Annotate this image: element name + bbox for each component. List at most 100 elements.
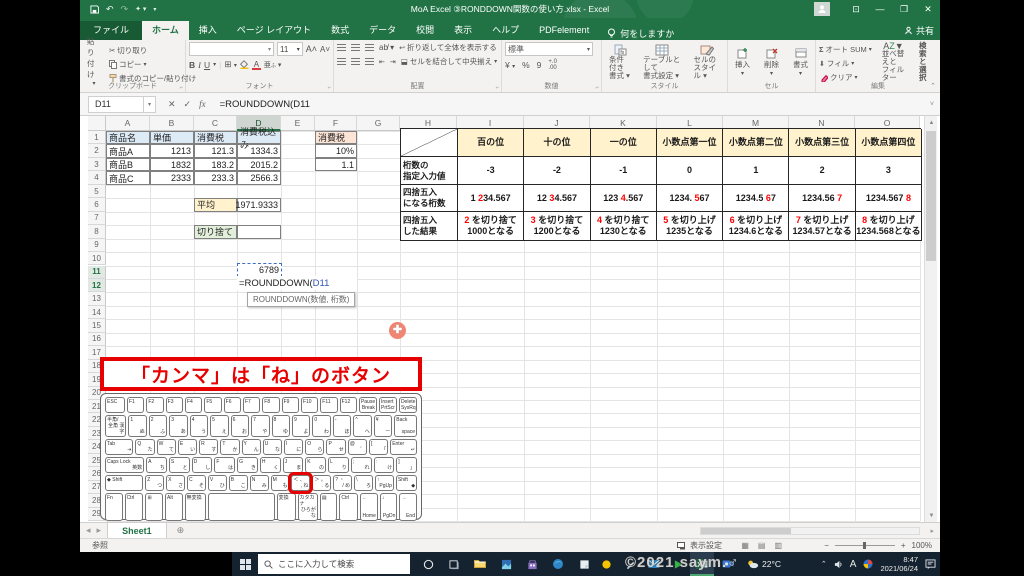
- key-W[interactable]: Wて: [156, 439, 176, 455]
- row-header-5[interactable]: 5: [88, 184, 106, 199]
- fill-button[interactable]: ⬇ フィル ▾: [819, 58, 872, 69]
- tab-r4[interactable]: 数式: [321, 21, 359, 40]
- cortana-icon[interactable]: [416, 552, 440, 576]
- tab-r6[interactable]: 校閲: [406, 21, 444, 40]
- tax-value-1[interactable]: 1.1: [315, 157, 357, 172]
- find-select-button[interactable]: 検索と 選択: [915, 41, 937, 81]
- key-5[interactable]: 5え: [210, 415, 229, 437]
- tab-r5[interactable]: データ: [359, 21, 406, 40]
- confirm-entry-icon[interactable]: ✓: [184, 99, 192, 110]
- tab-r2[interactable]: 挿入: [189, 21, 227, 40]
- spreadsheet-grid[interactable]: ABCDEFGHIJKLMNO 1 2 3 4 5 6 7 8 9 10 11 12 13 14 15 16 1…: [80, 116, 940, 522]
- name-box[interactable]: D11: [88, 95, 144, 113]
- row-header-7[interactable]: 7: [88, 211, 106, 226]
- key-変換[interactable]: 変換: [276, 493, 296, 521]
- number-dialog-launcher[interactable]: ⌐: [595, 85, 599, 91]
- key-N[interactable]: Nみ: [249, 475, 269, 491]
- photos-icon[interactable]: [494, 552, 518, 576]
- column-header-A[interactable]: A: [106, 116, 150, 131]
- row-header-10[interactable]: 10: [88, 252, 106, 266]
- align-center-icon[interactable]: [351, 58, 360, 65]
- increase-indent-icon[interactable]: ⇥: [390, 58, 396, 66]
- align-top-icon[interactable]: [337, 44, 346, 51]
- format-as-table-button[interactable]: テーブルとして 書式設定 ▾: [639, 43, 685, 81]
- format-cells-button[interactable]: 書式 ▾: [789, 43, 812, 81]
- key-Tab[interactable]: Tab ⇥: [105, 439, 134, 455]
- delete-cells-button[interactable]: 削除 ▾: [760, 43, 783, 81]
- comma-format-icon[interactable]: 9: [537, 60, 542, 70]
- key-F11[interactable]: F11: [320, 397, 338, 413]
- key-F6[interactable]: F6: [223, 397, 241, 413]
- key-[[interactable]: [「: [368, 439, 389, 455]
- currency-format-icon[interactable]: ¥ ▾: [505, 60, 515, 70]
- excel-taskbar-icon[interactable]: X: [690, 552, 714, 576]
- font-dialog-launcher[interactable]: ⌐: [327, 85, 331, 91]
- weather-widget[interactable]: 22°C: [746, 559, 781, 569]
- mail-icon[interactable]: [642, 552, 666, 576]
- tray-chevron-icon[interactable]: ⌃: [821, 560, 827, 568]
- key-S[interactable]: Sと: [168, 457, 190, 473]
- key-? ・[interactable]: ? ・ / め: [333, 475, 353, 491]
- wrap-text-button[interactable]: ↩ 折り返して全体を表示する: [399, 42, 497, 53]
- font-name-select[interactable]: ▾: [189, 42, 274, 56]
- key-半角/[interactable]: 半角/全角 漢字: [105, 415, 127, 437]
- key-Z[interactable]: Zつ: [145, 475, 165, 491]
- tab-home[interactable]: ホーム: [142, 21, 189, 40]
- key-F5[interactable]: F5: [204, 397, 222, 413]
- product-cell-2-0[interactable]: 商品C: [106, 171, 150, 185]
- average-label[interactable]: 平均: [194, 198, 237, 212]
- copy-button[interactable]: コピー ▾: [109, 59, 196, 70]
- key-^[interactable]: ^ へ: [353, 415, 372, 437]
- account-avatar[interactable]: [814, 2, 830, 16]
- align-right-icon[interactable]: [365, 58, 374, 65]
- underline-button[interactable]: U: [204, 60, 210, 70]
- share-button[interactable]: 共有: [904, 24, 934, 37]
- new-sheet-icon[interactable]: ⊕: [167, 525, 195, 536]
- column-header-B[interactable]: B: [150, 116, 194, 131]
- sheet-tab-sheet1[interactable]: Sheet1: [107, 523, 167, 538]
- scroll-up-icon[interactable]: ▲: [925, 116, 938, 129]
- key-T[interactable]: Tか: [220, 439, 240, 455]
- key-ESC[interactable]: ESC: [105, 397, 125, 413]
- column-header-E[interactable]: E: [281, 116, 315, 131]
- shrink-font-icon[interactable]: A˅: [320, 45, 330, 54]
- key-][interactable]: ]」: [396, 457, 417, 473]
- vertical-scrollbar[interactable]: ▲ ▼: [924, 116, 937, 522]
- key-Delete[interactable]: Delete SysRq: [398, 397, 417, 413]
- speaker-icon[interactable]: [834, 560, 843, 569]
- key-Pause[interactable]: Pause Break: [358, 397, 377, 413]
- key-↑[interactable]: ↑ PgUp: [375, 475, 394, 491]
- horizontal-scroll-thumb[interactable]: [701, 527, 791, 534]
- undo-icon[interactable]: ↶: [106, 4, 114, 15]
- tax-value-0[interactable]: 10%: [315, 144, 357, 158]
- alignment-dialog-launcher[interactable]: ⌐: [495, 85, 499, 91]
- tell-me-box[interactable]: 何をしますか: [607, 27, 674, 40]
- start-button[interactable]: [233, 552, 257, 576]
- column-header-F[interactable]: F: [315, 116, 357, 131]
- action-center-icon[interactable]: [925, 559, 936, 569]
- key-V[interactable]: Vひ: [207, 475, 227, 491]
- rounddown-value[interactable]: [237, 225, 281, 239]
- tab-r8[interactable]: ヘルプ: [482, 21, 529, 40]
- key-Y[interactable]: Yん: [241, 439, 261, 455]
- product-cell-2-1[interactable]: 2333: [150, 171, 194, 185]
- row-header-15[interactable]: 15: [88, 319, 106, 333]
- product-header-2[interactable]: 消費税: [194, 131, 237, 145]
- product-cell-1-3[interactable]: 2015.2: [237, 157, 281, 172]
- row-header-2[interactable]: 2: [88, 144, 106, 158]
- ribbon-display-options-icon[interactable]: ⊡: [844, 0, 868, 18]
- font-color-icon[interactable]: A: [251, 59, 261, 70]
- tab-r3[interactable]: ページ レイアウト: [227, 21, 321, 40]
- pen-app-icon[interactable]: [618, 552, 642, 576]
- cell-d11[interactable]: 6789: [237, 262, 282, 277]
- conditional-formatting-button[interactable]: fx 条件付き 書式 ▾: [605, 43, 635, 81]
- key-Enter[interactable]: Enter ↵: [390, 439, 418, 455]
- product-cell-1-2[interactable]: 183.2: [194, 157, 237, 172]
- qat-customize-icon[interactable]: ▾: [153, 6, 156, 13]
- key-space[interactable]: [208, 493, 275, 521]
- key-F3[interactable]: F3: [165, 397, 183, 413]
- bold-button[interactable]: B: [189, 60, 195, 70]
- key-F2[interactable]: F2: [146, 397, 164, 413]
- redo-icon[interactable]: ↷: [121, 4, 129, 15]
- sheet-nav-left-icon[interactable]: ◂: [80, 525, 97, 536]
